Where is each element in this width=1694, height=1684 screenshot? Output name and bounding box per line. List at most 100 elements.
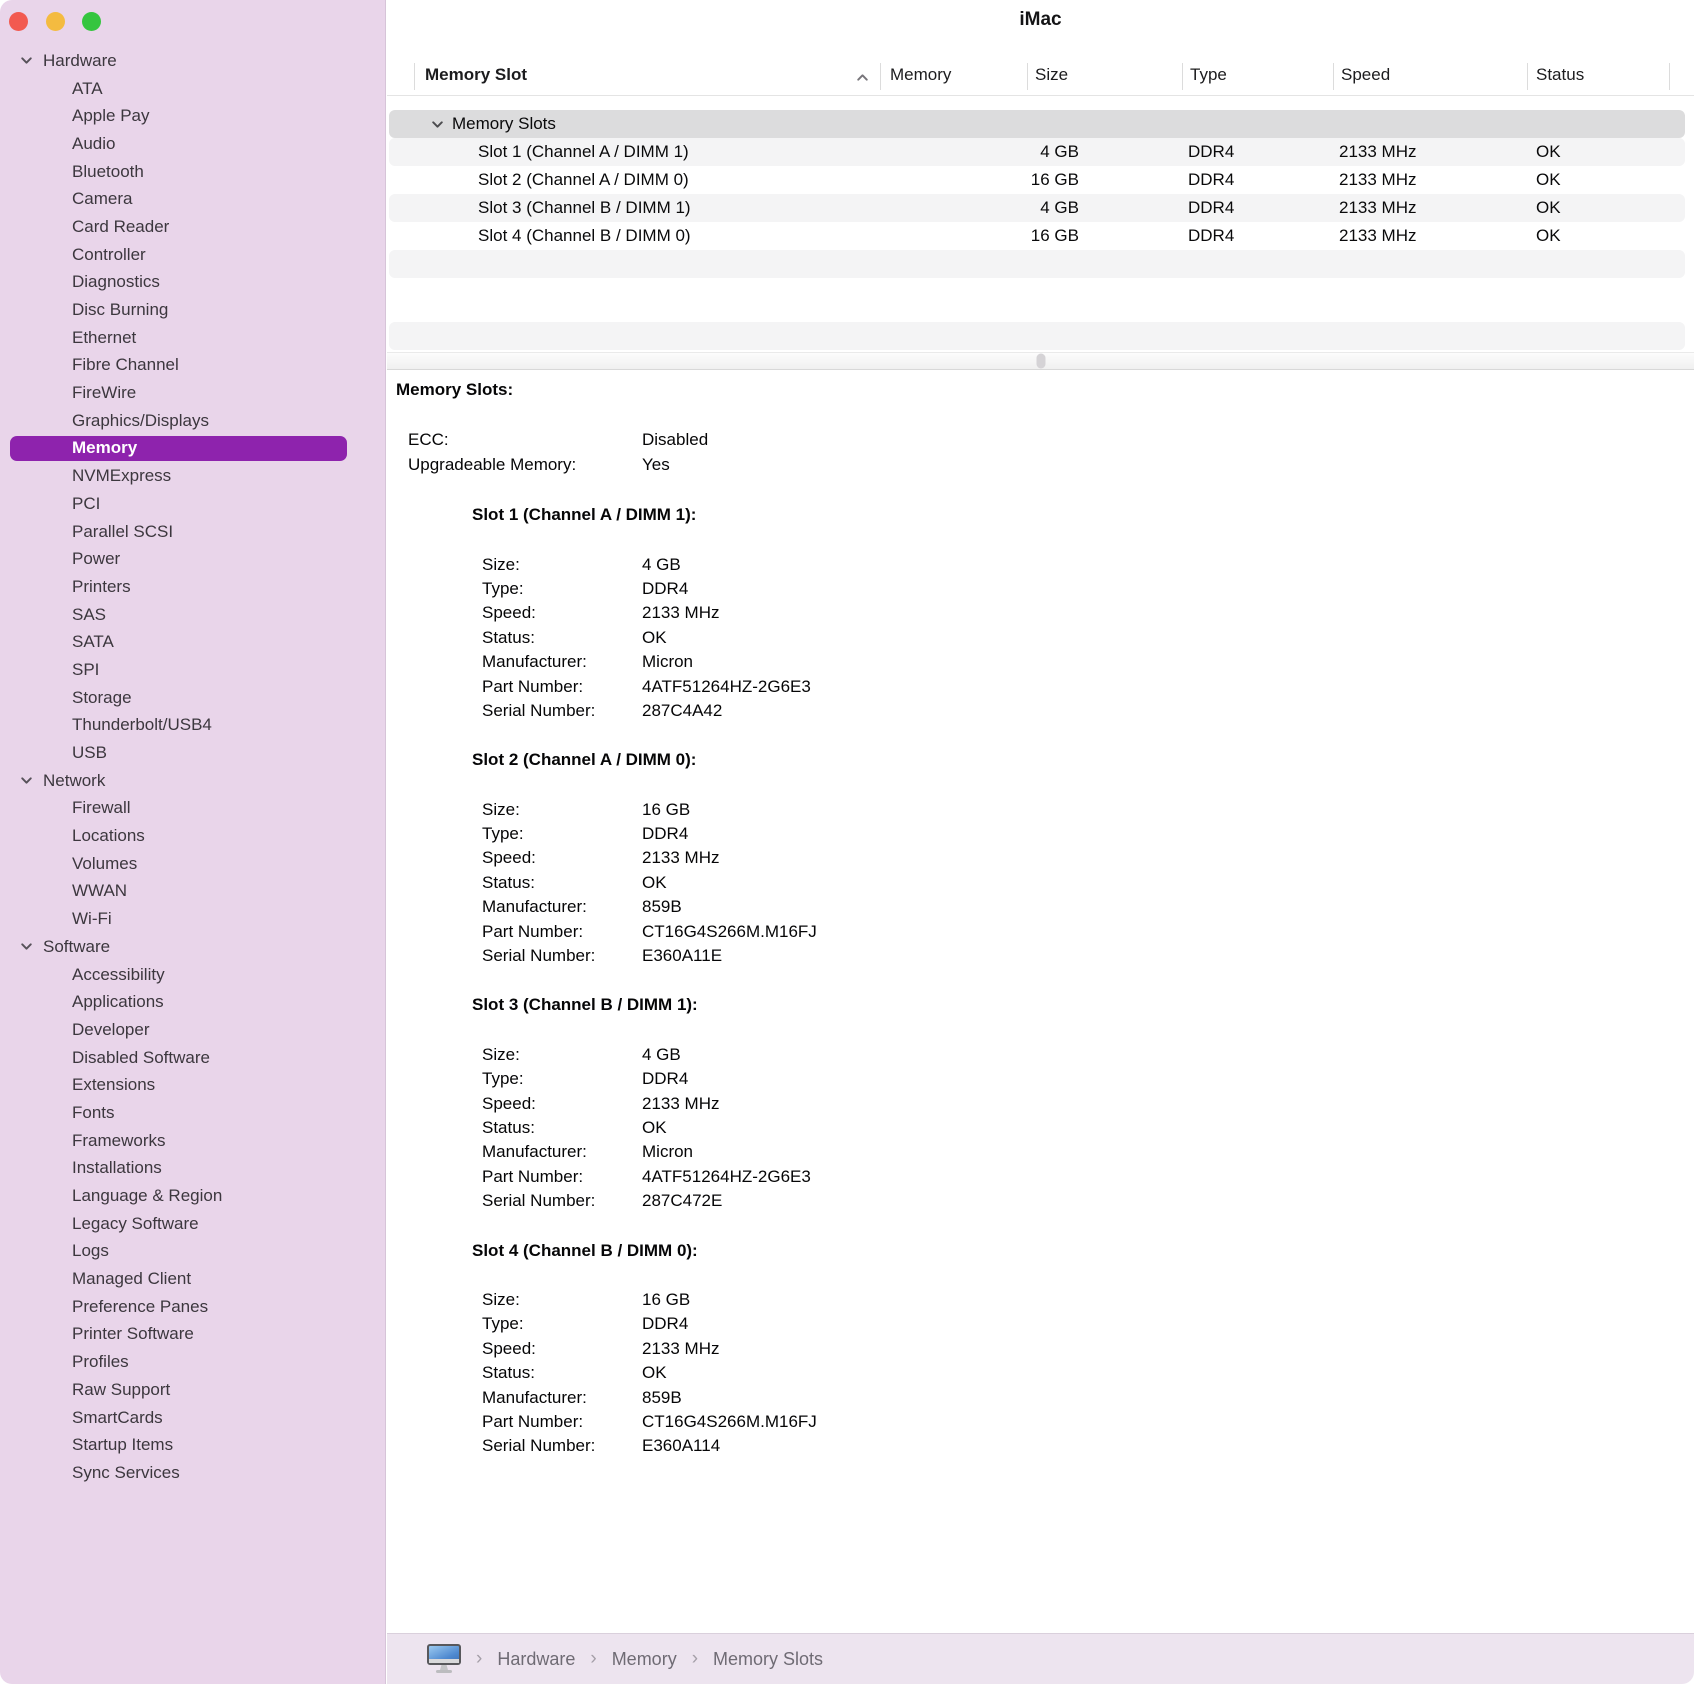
column-header-type[interactable]: Type: [1190, 65, 1227, 85]
table-group-row-memory-slots[interactable]: Memory Slots: [389, 110, 1685, 138]
sidebar-item-thunderbolt-usb4[interactable]: Thunderbolt/USB4: [0, 712, 385, 740]
column-header-speed[interactable]: Speed: [1341, 65, 1390, 85]
imac-display-icon: [427, 1644, 461, 1674]
sidebar-item-controller[interactable]: Controller: [0, 241, 385, 269]
sidebar-item-parallel-scsi[interactable]: Parallel SCSI: [0, 518, 385, 546]
sidebar-item-spi[interactable]: SPI: [0, 656, 385, 684]
sidebar-item-apple-pay[interactable]: Apple Pay: [0, 102, 385, 130]
detail-row: Serial Number: 287C4A42: [482, 700, 723, 720]
sidebar-item-printers[interactable]: Printers: [0, 573, 385, 601]
detail-row: Part Number: CT16G4S266M.M16FJ: [482, 1411, 817, 1431]
sidebar-item-startup-items[interactable]: Startup Items: [0, 1431, 385, 1459]
detail-row: Manufacturer: 859B: [482, 897, 682, 917]
detail-row: Serial Number: E360A11E: [482, 946, 723, 966]
detail-row: Part Number: CT16G4S266M.M16FJ: [482, 921, 817, 941]
table-row-slot-2[interactable]: Slot 2 (Channel A / DIMM 0) 16 GB DDR4 2…: [389, 166, 1685, 194]
column-header-status[interactable]: Status: [1536, 65, 1584, 85]
sidebar-item-diagnostics[interactable]: Diagnostics: [0, 269, 385, 297]
zoom-button[interactable]: [82, 12, 101, 31]
chevron-down-icon[interactable]: [19, 773, 34, 788]
table-header: Memory Slot Memory Size Type Speed Statu…: [387, 57, 1694, 96]
sidebar-item-managed-client[interactable]: Managed Client: [0, 1265, 385, 1293]
sidebar-item-extensions[interactable]: Extensions: [0, 1071, 385, 1099]
detail-row: Size: 16 GB: [482, 1289, 691, 1309]
sidebar-item-disc-burning[interactable]: Disc Burning: [0, 296, 385, 324]
sidebar-item-logs[interactable]: Logs: [0, 1238, 385, 1266]
table-row-slot-3[interactable]: Slot 3 (Channel B / DIMM 1) 4 GB DDR4 21…: [389, 194, 1685, 222]
detail-pane: Memory Slots: ECC: Disabled Upgradeable M…: [387, 371, 1694, 1633]
sidebar-item-wwan[interactable]: WWAN: [0, 878, 385, 906]
sidebar-section-network[interactable]: Network: [0, 767, 385, 795]
sidebar-item-pci[interactable]: PCI: [0, 490, 385, 518]
detail-row: Type: DDR4: [482, 578, 689, 598]
sidebar-item-raw-support[interactable]: Raw Support: [0, 1376, 385, 1404]
column-header-size[interactable]: Size: [1035, 65, 1068, 85]
sidebar-item-nvmexpress[interactable]: NVMExpress: [0, 462, 385, 490]
detail-row: Serial Number: E360A114: [482, 1436, 721, 1456]
breadcrumb-chevron: ›: [590, 1648, 597, 1669]
sidebar-item-volumes[interactable]: Volumes: [0, 850, 385, 878]
sidebar-item-sata[interactable]: SATA: [0, 628, 385, 656]
column-header-memory[interactable]: Memory: [890, 65, 951, 85]
chevron-down-icon[interactable]: [19, 939, 34, 954]
table-row-empty: [389, 322, 1685, 350]
minimize-button[interactable]: [45, 12, 65, 31]
detail-row: Speed: 2133 MHz: [482, 1093, 720, 1113]
sidebar-item-frameworks[interactable]: Frameworks: [0, 1127, 385, 1155]
sidebar-section-software[interactable]: Software: [0, 933, 385, 961]
sidebar-item-language-region[interactable]: Language & Region: [0, 1182, 385, 1210]
splitter-handle[interactable]: [1036, 353, 1045, 369]
sidebar-item-accessibility[interactable]: Accessibility: [0, 961, 385, 989]
sidebar-item-disabled-software[interactable]: Disabled Software: [0, 1044, 385, 1072]
sidebar-item-installations[interactable]: Installations: [0, 1155, 385, 1183]
window-controls: [9, 12, 101, 31]
sidebar-item-preference-panes[interactable]: Preference Panes: [0, 1293, 385, 1321]
pane-splitter[interactable]: [387, 352, 1694, 370]
column-header-memory-slot[interactable]: Memory Slot: [425, 65, 527, 85]
sidebar-item-firewall[interactable]: Firewall: [0, 795, 385, 823]
breadcrumb-chevron: ›: [691, 1648, 699, 1669]
sidebar-item-ethernet[interactable]: Ethernet: [0, 324, 385, 352]
detail-row: Status: OK: [482, 627, 667, 647]
chevron-down-icon[interactable]: [430, 117, 445, 132]
sidebar-item-camera[interactable]: Camera: [0, 185, 385, 213]
sidebar-item-graphics-displays[interactable]: Graphics/Displays: [0, 407, 385, 435]
sidebar-item-firewire[interactable]: FireWire: [0, 379, 385, 407]
sidebar-item-locations[interactable]: Locations: [0, 822, 385, 850]
sidebar-item-wifi[interactable]: Wi-Fi: [0, 905, 385, 933]
table-row-slot-4[interactable]: Slot 4 (Channel B / DIMM 0) 16 GB DDR4 2…: [389, 222, 1685, 250]
sidebar-section-hardware[interactable]: Hardware: [0, 47, 385, 75]
sidebar-item-profiles[interactable]: Profiles: [0, 1348, 385, 1376]
sidebar-item-card-reader[interactable]: Card Reader: [0, 213, 385, 241]
sidebar-item-power[interactable]: Power: [0, 545, 385, 573]
close-button[interactable]: [9, 12, 28, 31]
sidebar-item-audio[interactable]: Audio: [0, 130, 385, 158]
sidebar-item-printer-software[interactable]: Printer Software: [0, 1321, 385, 1349]
slot-1-heading: Slot 1 (Channel A / DIMM 1):: [472, 505, 697, 525]
detail-row: Speed: 2133 MHz: [482, 603, 720, 623]
detail-row: Speed: 2133 MHz: [482, 1338, 720, 1358]
chevron-down-icon[interactable]: [19, 53, 34, 68]
sidebar-item-bluetooth[interactable]: Bluetooth: [0, 158, 385, 186]
sidebar-item-sync-services[interactable]: Sync Services: [0, 1459, 385, 1487]
sidebar-item-applications[interactable]: Applications: [0, 988, 385, 1016]
sidebar-item-storage[interactable]: Storage: [0, 684, 385, 712]
sidebar-item-sas[interactable]: SAS: [0, 601, 385, 629]
content-pane: iMac Memory Slot Memory Size Type Speed …: [387, 0, 1694, 1684]
sidebar-item-usb[interactable]: USB: [0, 739, 385, 767]
detail-heading: Memory Slots:: [396, 380, 514, 399]
sidebar-item-fonts[interactable]: Fonts: [0, 1099, 385, 1127]
sidebar-item-smartcards[interactable]: SmartCards: [0, 1404, 385, 1432]
detail-row: Status: OK: [482, 872, 667, 892]
sidebar-item-legacy-software[interactable]: Legacy Software: [0, 1210, 385, 1238]
system-information-window: Hardware ATA Apple Pay Audio Bluetooth C…: [0, 0, 1694, 1684]
sidebar-item-developer[interactable]: Developer: [0, 1016, 385, 1044]
slot-3-heading: Slot 3 (Channel B / DIMM 1):: [472, 995, 698, 1015]
breadcrumb-item-memory-slots: Memory Slots: [713, 1648, 824, 1669]
table-row-slot-1[interactable]: Slot 1 (Channel A / DIMM 1) 4 GB DDR4 21…: [389, 138, 1685, 166]
detail-row: Status: OK: [482, 1117, 667, 1137]
sidebar-item-memory[interactable]: Memory: [0, 435, 385, 463]
detail-row: Size: 4 GB: [482, 1044, 681, 1064]
sidebar-item-ata[interactable]: ATA: [0, 75, 385, 103]
sidebar-item-fibre-channel[interactable]: Fibre Channel: [0, 352, 385, 380]
